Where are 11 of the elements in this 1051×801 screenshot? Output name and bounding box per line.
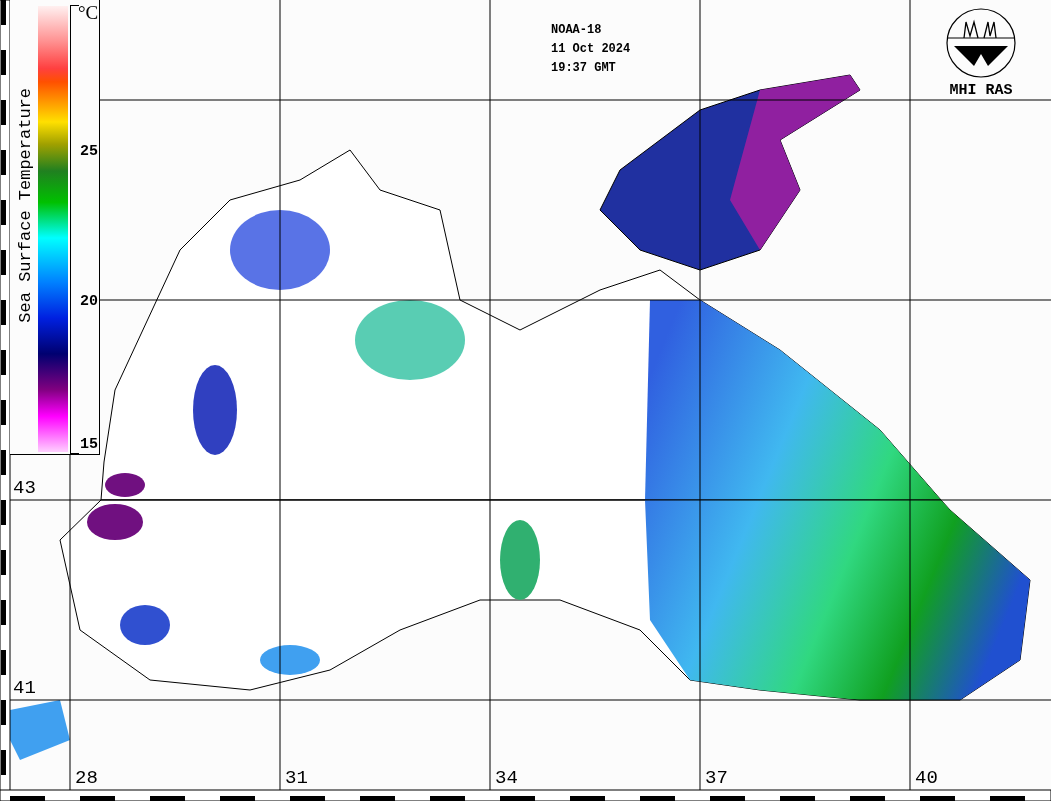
scale-label: 15 bbox=[80, 436, 98, 453]
logo-icon bbox=[944, 6, 1018, 80]
legend-title: Sea Surface Temperature bbox=[16, 88, 35, 323]
scale-label: 25 bbox=[80, 143, 98, 160]
coastal-patch-drawing bbox=[10, 700, 70, 760]
unit-label: °C bbox=[78, 2, 99, 24]
info-text: 11 Oct 2024 bbox=[551, 41, 631, 57]
scale-label: 20 bbox=[80, 293, 98, 310]
info-text: NOAA-18 bbox=[551, 22, 603, 38]
info-text: 19:37 GMT bbox=[551, 60, 617, 76]
logo-text: MHI RAS bbox=[949, 82, 1013, 99]
